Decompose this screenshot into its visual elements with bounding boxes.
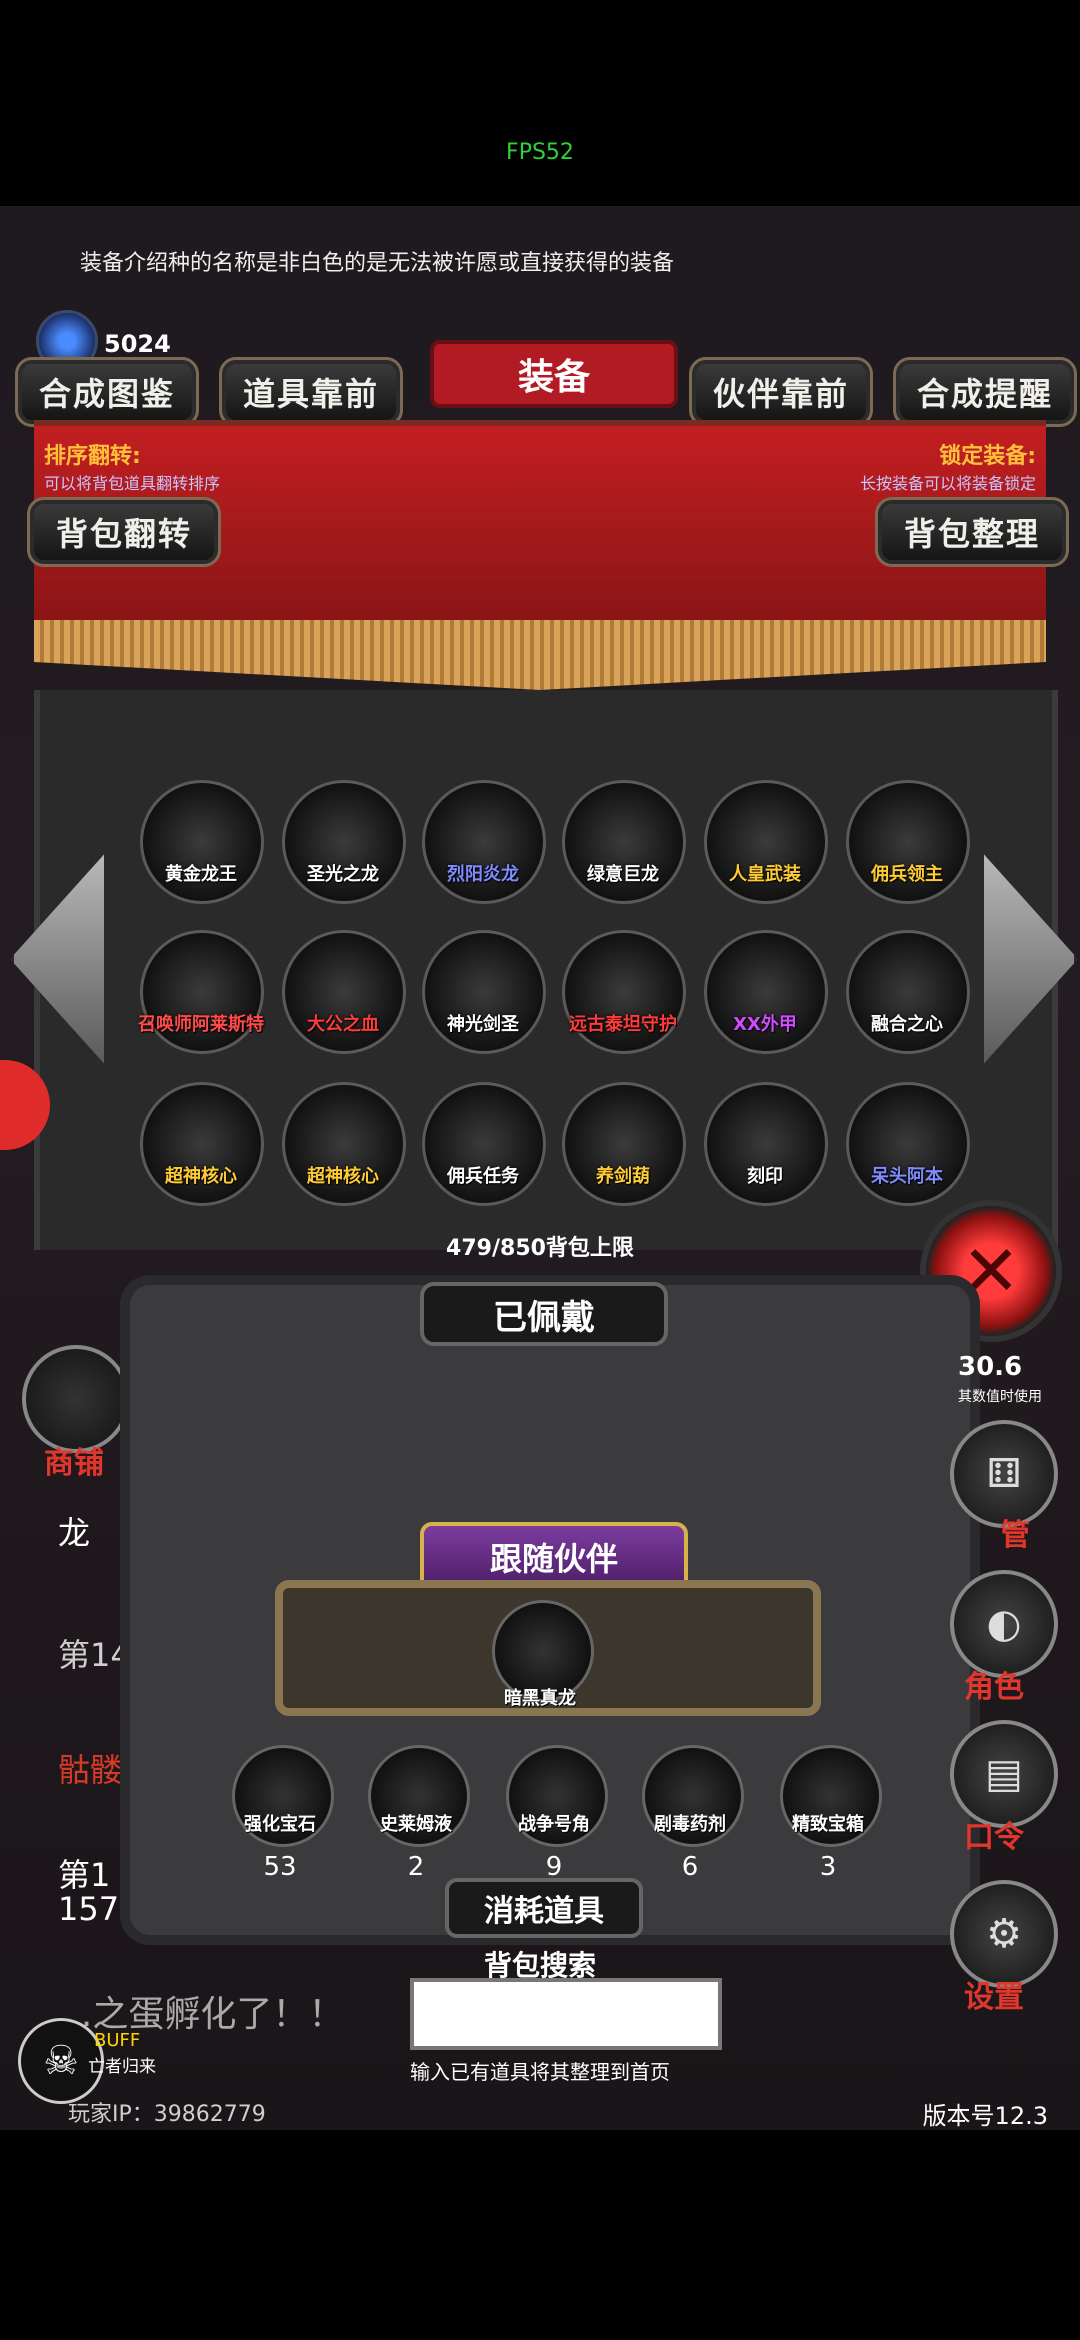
left-text-1: 龙 <box>58 1514 91 1552</box>
inventory-item-label: 佣兵领主 <box>871 864 943 885</box>
inventory-item-label: 远古泰坦守护 <box>569 1014 677 1035</box>
lock-label: 锁定装备: <box>939 444 1036 469</box>
consumable-name: 精致宝箱 <box>792 1814 864 1835</box>
inventory-item-label: 大公之血 <box>307 1014 379 1035</box>
gem-count: 5024 <box>104 330 171 358</box>
bag-flip-button[interactable]: 背包翻转 <box>27 497 221 567</box>
bag-organize-button[interactable]: 背包整理 <box>875 497 1069 567</box>
code-label[interactable]: 口令 <box>964 1812 1024 1856</box>
inventory-item-label: 刻印 <box>747 1166 783 1187</box>
player-ip: 玩家IP：39862779 <box>68 2102 266 2127</box>
left-text-5: 157 <box>58 1890 120 1928</box>
bag-search-hint: 输入已有道具将其整理到首页 <box>410 2060 670 2084</box>
left-text-3: 骷髅 <box>58 1751 123 1789</box>
sort-label: 排序翻转: <box>44 444 141 469</box>
partners-first-button[interactable]: 伙伴靠前 <box>689 357 873 427</box>
info-tip: 装备介绍种的名称是非白色的是无法被许愿或直接获得的装备 <box>80 251 675 276</box>
equipped-title: 已佩戴 <box>420 1282 668 1346</box>
consumables-label: 消耗道具 <box>445 1878 643 1938</box>
lock-desc: 长按装备可以将装备锁定 <box>859 474 1036 493</box>
inventory-item-label: 呆头阿本 <box>871 1166 943 1187</box>
bag-capacity: 479/850背包上限 <box>446 1236 634 1261</box>
consumable-count: 3 <box>819 1852 837 1882</box>
consumable-count: 53 <box>263 1852 297 1882</box>
fps-counter: FPS52 <box>506 140 574 165</box>
inventory-item-label: 超神核心 <box>307 1166 379 1187</box>
consumable-name: 强化宝石 <box>244 1814 316 1835</box>
inventory-item-label: 烈阳炎龙 <box>447 864 519 885</box>
inventory-item-label: 佣兵任务 <box>447 1166 519 1187</box>
shop-icon[interactable] <box>22 1345 130 1453</box>
companion-name: 暗黑真龙 <box>504 1688 576 1709</box>
consumable-name: 史莱姆液 <box>380 1814 452 1835</box>
role-label[interactable]: 角色 <box>964 1662 1024 1706</box>
inventory-item-label: 绿意巨龙 <box>587 864 659 885</box>
manage-label[interactable]: 管 <box>1000 1510 1030 1554</box>
right-partial-sub: 其数值时使用 <box>958 1389 1042 1405</box>
inventory-item-label: 黄金龙王 <box>165 864 237 885</box>
inventory-item-label: 超神核心 <box>165 1166 237 1187</box>
equipment-title: 装备 <box>430 340 678 408</box>
inventory-item-label: XX外甲 <box>733 1014 797 1035</box>
inventory-item-label: 人皇武装 <box>729 864 801 885</box>
inventory-item-label: 圣光之龙 <box>307 864 379 885</box>
bag-search-input[interactable] <box>410 1978 722 2050</box>
inventory-item-label: 融合之心 <box>871 1014 943 1035</box>
consumable-count: 2 <box>407 1852 425 1882</box>
inventory-item-label: 神光剑圣 <box>447 1014 519 1035</box>
sort-desc: 可以将背包道具翻转排序 <box>44 474 221 493</box>
inventory-item-label: 养剑葫 <box>596 1166 650 1187</box>
items-first-button[interactable]: 道具靠前 <box>219 357 403 427</box>
buff-label: BUFF <box>94 2030 141 2051</box>
consumable-name: 战争号角 <box>518 1814 590 1835</box>
version-number: 版本号12.3 <box>922 2102 1048 2130</box>
right-partial-value: 30.6 <box>958 1352 1023 1382</box>
consumable-name: 剧毒药剂 <box>654 1814 726 1835</box>
inventory-item-label: 召唤师阿莱斯特 <box>138 1014 264 1035</box>
shop-label[interactable]: 商铺 <box>44 1438 104 1482</box>
settings-label[interactable]: 设置 <box>964 1972 1024 2016</box>
consumable-count: 6 <box>681 1852 699 1882</box>
synthesis-reminder-button[interactable]: 合成提醒 <box>893 357 1077 427</box>
synthesis-guide-button[interactable]: 合成图鉴 <box>15 357 199 427</box>
